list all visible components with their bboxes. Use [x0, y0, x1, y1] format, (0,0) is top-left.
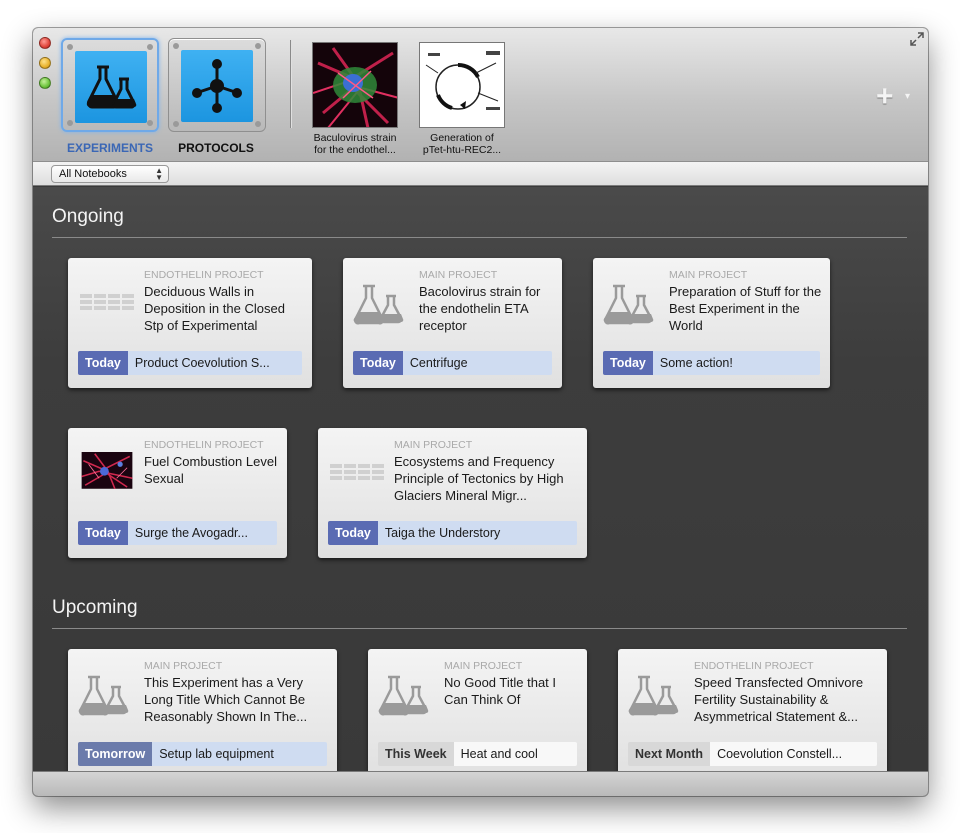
flask-icon: [78, 675, 129, 716]
experiments-content: Ongoing ENDOTHELIN PROJECT Deciduous Wal…: [33, 187, 928, 771]
add-menu-chevron-icon[interactable]: ▾: [905, 91, 910, 102]
notebook-select[interactable]: All Notebooks ▲ ▼: [51, 165, 169, 183]
card-title: This Experiment has a Very Long Title Wh…: [144, 675, 308, 724]
app-window: EXPERIMENTS PROTOCOLS Baculovirus strain…: [33, 28, 928, 796]
card-next-step[interactable]: Next Month Coevolution Constell...: [628, 742, 877, 766]
card-project: ENDOTHELIN PROJECT: [144, 269, 264, 281]
close-window-button[interactable]: [39, 37, 51, 49]
next-action: Setup lab equipment: [152, 742, 327, 766]
protocols-label[interactable]: PROTOCOLS: [161, 141, 271, 155]
due-badge: Next Month: [628, 742, 711, 766]
card-title: Bacolovirus strain for the endothelin ET…: [419, 284, 541, 333]
card-project: MAIN PROJECT: [394, 439, 473, 451]
experiment-card[interactable]: MAIN PROJECT Preparation of Stuff for th…: [593, 258, 830, 388]
microscopy-image: [81, 452, 133, 490]
card-project: ENDOTHELIN PROJECT: [144, 439, 264, 451]
experiment-card[interactable]: ENDOTHELIN PROJECT Speed Transfected Omn…: [618, 649, 887, 771]
experiments-button[interactable]: [61, 38, 159, 132]
section-divider: [52, 237, 907, 238]
due-badge: Today: [353, 351, 403, 375]
experiment-card[interactable]: ENDOTHELIN PROJECT Fuel Combustion Level…: [68, 428, 287, 558]
due-badge: Today: [78, 351, 128, 375]
card-project: MAIN PROJECT: [419, 269, 498, 281]
recent-thumbnail-2[interactable]: [419, 42, 505, 128]
recent-label-2[interactable]: Generation of pTet-htu-REC2...: [407, 132, 517, 156]
notebook-select-value: All Notebooks: [59, 168, 127, 180]
experiments-label[interactable]: EXPERIMENTS: [55, 141, 165, 155]
next-action: Taiga the Understory: [377, 521, 577, 545]
recent-label-1[interactable]: Baculovirus strain for the endothel...: [300, 132, 410, 156]
card-title: Preparation of Stuff for the Best Experi…: [669, 284, 822, 333]
experiment-card[interactable]: MAIN PROJECT Ecosystems and Frequency Pr…: [318, 428, 587, 558]
card-title: Ecosystems and Frequency Principle of Te…: [394, 454, 564, 503]
zoom-window-button[interactable]: [39, 77, 51, 89]
table-icon: [330, 464, 384, 480]
card-title: Fuel Combustion Level Sexual: [144, 454, 277, 486]
table-icon: [80, 294, 134, 310]
due-badge: Today: [603, 351, 653, 375]
next-action: Heat and cool: [453, 742, 577, 766]
add-icon[interactable]: +: [876, 82, 894, 112]
flask-icon: [378, 675, 429, 716]
card-project: MAIN PROJECT: [444, 660, 523, 672]
flask-icon: [628, 675, 679, 716]
card-title: Speed Transfected Omnivore Fertility Sus…: [694, 675, 864, 724]
experiment-card[interactable]: MAIN PROJECT No Good Title that I Can Th…: [368, 649, 587, 771]
section-title-upcoming: Upcoming: [52, 597, 138, 618]
card-next-step[interactable]: Today Surge the Avogadr...: [78, 521, 277, 545]
experiment-card[interactable]: MAIN PROJECT Bacolovirus strain for the …: [343, 258, 562, 388]
toolbar: EXPERIMENTS PROTOCOLS Baculovirus strain…: [33, 28, 928, 162]
next-action: Product Coevolution S...: [127, 351, 302, 375]
select-arrows-icon: ▲ ▼: [155, 166, 163, 182]
flask-icon: [75, 51, 147, 123]
fullscreen-icon[interactable]: [910, 32, 924, 46]
recent-thumbnail-1[interactable]: [312, 42, 398, 128]
card-project: ENDOTHELIN PROJECT: [694, 660, 814, 672]
card-next-step[interactable]: Today Taiga the Understory: [328, 521, 577, 545]
card-project: MAIN PROJECT: [669, 269, 748, 281]
due-badge: This Week: [378, 742, 454, 766]
flask-icon: [603, 284, 654, 325]
card-next-step[interactable]: Today Some action!: [603, 351, 820, 375]
flask-icon: [353, 284, 404, 325]
next-action: Surge the Avogadr...: [127, 521, 277, 545]
next-action: Coevolution Constell...: [710, 742, 877, 766]
next-action: Centrifuge: [402, 351, 552, 375]
card-next-step[interactable]: Tomorrow Setup lab equipment: [78, 742, 327, 766]
due-badge: Today: [328, 521, 378, 545]
section-divider: [52, 628, 907, 629]
toolbar-separator: [290, 40, 292, 128]
card-title: Deciduous Walls in Deposition in the Clo…: [144, 284, 285, 333]
experiment-card[interactable]: ENDOTHELIN PROJECT Deciduous Walls in De…: [68, 258, 312, 388]
experiment-card[interactable]: MAIN PROJECT This Experiment has a Very …: [68, 649, 337, 771]
due-badge: Today: [78, 521, 128, 545]
section-title-ongoing: Ongoing: [52, 206, 124, 227]
due-badge: Tomorrow: [78, 742, 153, 766]
card-next-step[interactable]: Today Centrifuge: [353, 351, 552, 375]
card-project: MAIN PROJECT: [144, 660, 223, 672]
minimize-window-button[interactable]: [39, 57, 51, 69]
card-next-step[interactable]: Today Product Coevolution S...: [78, 351, 302, 375]
next-action: Some action!: [652, 351, 820, 375]
card-title: No Good Title that I Can Think Of: [444, 675, 557, 707]
protocols-button[interactable]: [168, 38, 266, 132]
status-bar: [33, 771, 928, 796]
filter-bar: All Notebooks ▲ ▼: [33, 162, 928, 186]
molecule-icon: [181, 50, 253, 122]
card-next-step[interactable]: This Week Heat and cool: [378, 742, 577, 766]
